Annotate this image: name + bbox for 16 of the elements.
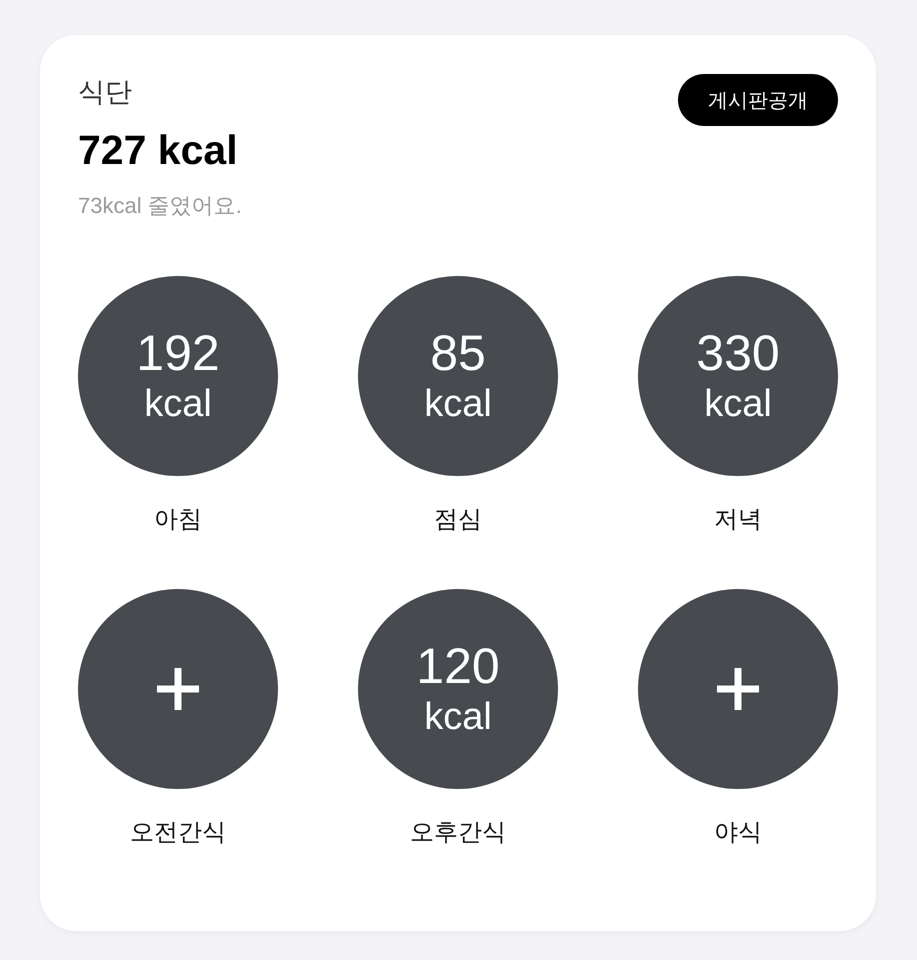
meal-label: 점심 <box>434 504 482 534</box>
meal-label: 오전간식 <box>130 817 226 847</box>
meal-label: 오후간식 <box>410 817 506 847</box>
meal-calorie-button[interactable]: 120 kcal <box>358 589 558 789</box>
plus-icon <box>715 666 761 712</box>
calorie-note: 73kcal 줄였어요. <box>78 192 242 220</box>
card-heading: 식단 <box>78 76 133 110</box>
share-button[interactable]: 게시판공개 <box>678 74 838 126</box>
meal-calorie-button[interactable]: 192 kcal <box>78 276 278 476</box>
plus-icon <box>155 666 201 712</box>
meal-label: 아침 <box>154 504 202 534</box>
meal-label: 야식 <box>714 817 762 847</box>
meal-calorie-button[interactable]: 85 kcal <box>358 276 558 476</box>
meal-calorie-button[interactable]: 330 kcal <box>638 276 838 476</box>
meal-label: 저녁 <box>714 504 762 534</box>
total-calories: 727 kcal <box>78 126 239 175</box>
